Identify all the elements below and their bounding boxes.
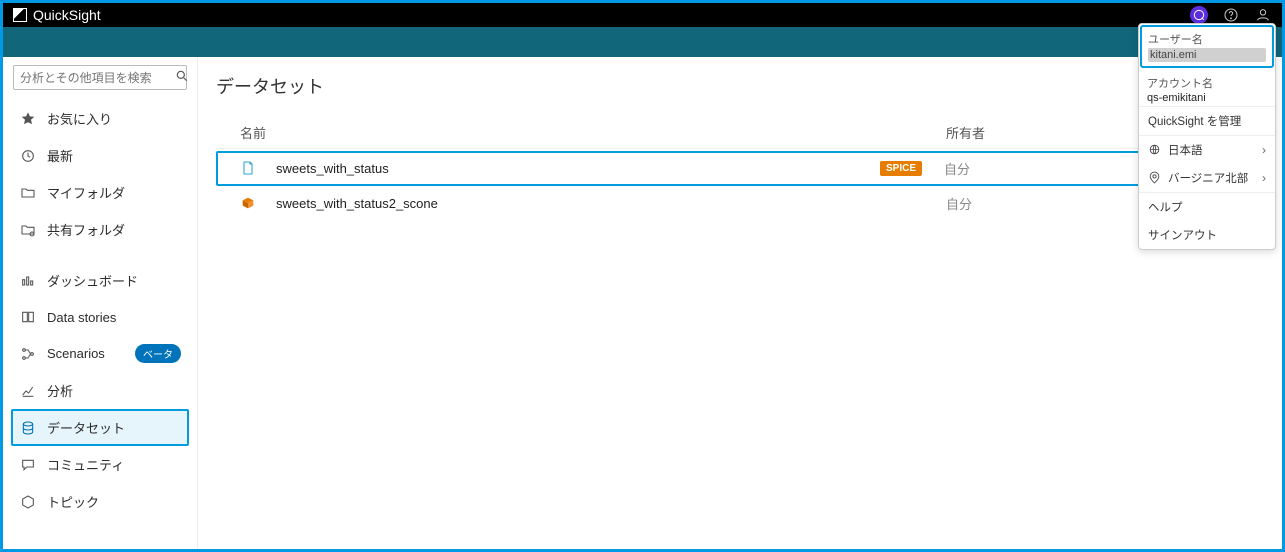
- page-title: データセット: [216, 73, 1256, 99]
- sidebar-item-scenarios[interactable]: Scenarios ベータ: [11, 335, 189, 372]
- table-header: 名前 所有者 最終更新日時: [216, 117, 1256, 149]
- sidebar-item-label: 最新: [47, 146, 73, 165]
- table-row[interactable]: sweets_with_status SPICE 自分 1分前: [216, 151, 1256, 186]
- search-box[interactable]: [13, 65, 187, 90]
- file-icon: [240, 160, 258, 178]
- user-icon[interactable]: [1254, 6, 1272, 24]
- sidebar-item-label: Scenarios: [47, 346, 105, 361]
- user-menu-user-section: ユーザー名 kitani.emi: [1140, 25, 1274, 68]
- column-header-owner[interactable]: 所有者: [946, 123, 1156, 142]
- user-menu-account-value: qs-emikitani: [1147, 92, 1267, 104]
- q-assistant-icon[interactable]: [1190, 6, 1208, 24]
- sidebar-item-label: Data stories: [47, 310, 116, 325]
- spice-cube-icon: [240, 195, 258, 213]
- user-menu-account-section: アカウント名 qs-emikitani: [1139, 69, 1275, 106]
- sidebar-item-dashboards[interactable]: ダッシュボード: [11, 262, 189, 299]
- sidebar-item-label: お気に入り: [47, 109, 112, 128]
- help-icon[interactable]: [1222, 6, 1240, 24]
- dataset-name: sweets_with_status2_scone: [276, 196, 438, 211]
- row-owner: 自分: [944, 159, 1154, 178]
- app-name: QuickSight: [33, 7, 101, 23]
- book-icon: [19, 308, 37, 326]
- sidebar-item-topics[interactable]: トピック: [11, 483, 189, 520]
- sidebar-item-label: トピック: [47, 492, 99, 511]
- sidebar-item-label: マイフォルダ: [47, 183, 125, 202]
- sidebar-item-label: コミュニティ: [47, 455, 124, 474]
- user-menu-language[interactable]: 日本語 ›: [1139, 136, 1275, 164]
- user-menu-manage[interactable]: QuickSight を管理: [1139, 107, 1275, 135]
- sidebar-item-datasets[interactable]: データセット: [11, 409, 189, 446]
- logo-mark-icon: [13, 8, 27, 22]
- sidebar-item-favorites[interactable]: お気に入り: [11, 100, 189, 137]
- app-logo[interactable]: QuickSight: [13, 7, 101, 23]
- scenarios-icon: [19, 345, 37, 363]
- content-area: データセット 名前 所有者 最終更新日時 sweets_with_status …: [198, 57, 1282, 549]
- folder-icon: [19, 184, 37, 202]
- user-menu-region[interactable]: バージニア北部 ›: [1139, 164, 1275, 192]
- sidebar-item-sharedfolder[interactable]: 共有フォルダ: [11, 211, 189, 248]
- user-menu-signout[interactable]: サインアウト: [1139, 221, 1275, 249]
- sidebar-item-label: ダッシュボード: [47, 271, 138, 290]
- sidebar-item-datastories[interactable]: Data stories: [11, 299, 189, 335]
- row-owner: 自分: [946, 194, 1156, 213]
- search-icon[interactable]: [175, 69, 189, 86]
- shared-folder-icon: [19, 221, 37, 239]
- table-row[interactable]: sweets_with_status2_scone 自分 9日前: [216, 186, 1256, 221]
- user-menu-account-label: アカウント名: [1147, 75, 1267, 91]
- dashboard-icon: [19, 272, 37, 290]
- search-input[interactable]: [20, 71, 175, 85]
- user-menu-dropdown: ユーザー名 kitani.emi アカウント名 qs-emikitani Qui…: [1138, 23, 1276, 250]
- dataset-name: sweets_with_status: [276, 161, 389, 176]
- user-menu-user-value: kitani.emi: [1148, 48, 1266, 62]
- topic-icon: [19, 493, 37, 511]
- clock-icon: [19, 147, 37, 165]
- user-menu-user-label: ユーザー名: [1148, 31, 1266, 47]
- topbar: QuickSight: [3, 3, 1282, 27]
- user-menu-help[interactable]: ヘルプ: [1139, 193, 1275, 221]
- beta-badge: ベータ: [135, 344, 181, 363]
- sidebar-item-myfolder[interactable]: マイフォルダ: [11, 174, 189, 211]
- sidebar-item-analyses[interactable]: 分析: [11, 372, 189, 409]
- sidebar: お気に入り 最新 マイフォルダ 共有フォルダ ダッシュボード Data: [3, 57, 198, 549]
- sidebar-item-label: 分析: [47, 381, 73, 400]
- analysis-icon: [19, 382, 37, 400]
- column-header-name[interactable]: 名前: [240, 123, 946, 142]
- chevron-right-icon: ›: [1262, 143, 1266, 157]
- chevron-right-icon: ›: [1262, 171, 1266, 185]
- header-band: [3, 27, 1282, 57]
- spice-badge: SPICE: [880, 161, 922, 176]
- star-icon: [19, 110, 37, 128]
- location-icon: [1148, 171, 1162, 185]
- dataset-icon: [19, 419, 37, 437]
- sidebar-item-recent[interactable]: 最新: [11, 137, 189, 174]
- chat-icon: [19, 456, 37, 474]
- globe-icon: [1148, 143, 1162, 157]
- sidebar-item-label: データセット: [47, 418, 125, 437]
- sidebar-item-label: 共有フォルダ: [47, 220, 125, 239]
- sidebar-item-community[interactable]: コミュニティ: [11, 446, 189, 483]
